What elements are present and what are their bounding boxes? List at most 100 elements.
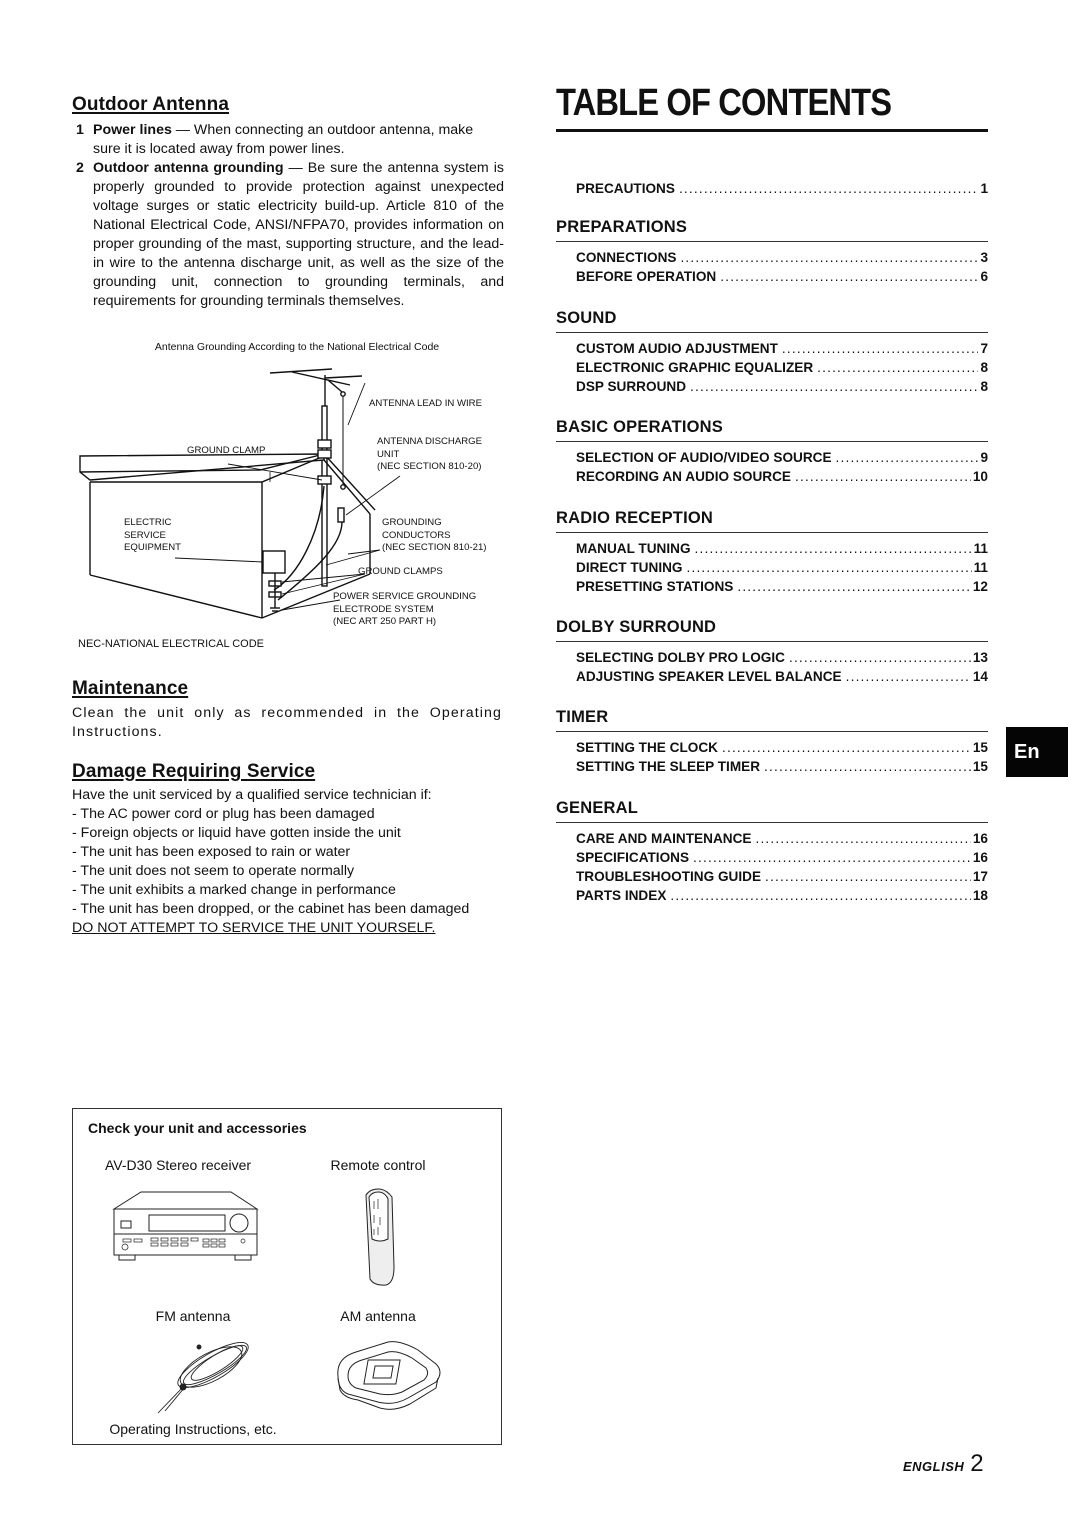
toc-entry-custom-audio-adjustment[interactable]: CUSTOM AUDIO ADJUSTMENT 7: [576, 339, 988, 358]
toc-entry-direct-tuning[interactable]: DIRECT TUNING 11: [576, 558, 988, 577]
toc-entry-label: MANUAL TUNING: [576, 541, 691, 556]
outdoor-antenna-list: 1 Power lines — When connecting an outdo…: [72, 121, 504, 311]
page-footer: ENGLISH 2: [903, 1450, 984, 1478]
toc-entry-label: SETTING THE SLEEP TIMER: [576, 759, 761, 774]
toc-leader-dots: [693, 848, 971, 867]
toc-leader-dots: [679, 179, 978, 198]
item-number: 2: [76, 160, 84, 176]
toc-leader-dots: [737, 577, 971, 596]
list-item: - The unit has been dropped, or the cabi…: [72, 901, 470, 917]
toc-section-heading-general[interactable]: GENERAL: [556, 799, 638, 818]
toc-entry-page: 15: [972, 740, 988, 755]
toc-leader-dots: [817, 358, 978, 377]
toc-entry-page: 11: [973, 541, 988, 556]
toc-entry-page: 15: [972, 759, 988, 774]
toc-leader-dots: [670, 886, 970, 905]
label-power-service-grounding: POWER SERVICE GROUNDING ELECTRODE SYSTEM…: [333, 591, 476, 629]
toc-section-heading-dolby-surround[interactable]: DOLBY SURROUND: [556, 618, 716, 637]
toc-entry-before-operation[interactable]: BEFORE OPERATION 6: [576, 267, 988, 286]
toc-section-heading-timer[interactable]: TIMER: [556, 708, 608, 727]
toc-entry-parts-index[interactable]: PARTS INDEX 18: [576, 886, 988, 905]
toc-section-rule: [556, 731, 988, 733]
label-antenna-lead-in-wire: ANTENNA LEAD IN WIRE: [369, 398, 483, 409]
toc-title: TABLE OF CONTENTS: [556, 82, 892, 124]
item-title: Power lines: [93, 122, 172, 138]
toc-section-rule: [556, 241, 988, 243]
toc-section-heading-sound[interactable]: SOUND: [556, 309, 617, 328]
toc-entry-label: CUSTOM AUDIO ADJUSTMENT: [576, 341, 778, 356]
toc-entry-adjusting-speaker-level-balance[interactable]: ADJUSTING SPEAKER LEVEL BALANCE 14: [576, 667, 988, 686]
toc-entry-page: 14: [972, 669, 988, 684]
toc-entry-label: SPECIFICATIONS: [576, 850, 690, 865]
toc-leader-dots: [782, 339, 979, 358]
label-line: ELECTRODE SYSTEM: [333, 603, 434, 615]
electric-service-box-icon: [262, 550, 286, 574]
accessory-label-fm-antenna: FM antenna: [155, 1308, 231, 1324]
toc-entry-setting-the-sleep-timer[interactable]: SETTING THE SLEEP TIMER 15: [576, 757, 988, 776]
toc-leader-dots: [690, 377, 978, 396]
list-item: 2 Outdoor antenna grounding — Be sure th…: [72, 159, 504, 311]
toc-entry-connections[interactable]: CONNECTIONS 3: [576, 248, 988, 267]
toc-leader-dots: [722, 738, 971, 757]
toc-entry-presetting-stations[interactable]: PRESETTING STATIONS 12: [576, 577, 988, 596]
toc-leader-dots: [686, 558, 971, 577]
toc-leader-dots: [720, 267, 978, 286]
nec-note: NEC-NATIONAL ELECTRICAL CODE: [78, 638, 265, 650]
label-line: (NEC ART 250 PART H): [333, 616, 437, 627]
label-line: UNIT: [377, 448, 400, 460]
label-line: ELECTRIC: [124, 517, 172, 528]
toc-section-rule: [556, 532, 988, 534]
item-number: 1: [76, 122, 84, 138]
toc-entry-selection-of-audio-video-source[interactable]: SELECTION OF AUDIO/VIDEO SOURCE 9: [576, 448, 988, 467]
outdoor-antenna-heading: Outdoor Antenna: [72, 94, 229, 115]
toc-entry-page: 13: [972, 650, 988, 665]
toc-entry-page: 16: [972, 850, 988, 865]
toc-entry-recording-an-audio-source[interactable]: RECORDING AN AUDIO SOURCE 10: [576, 467, 988, 486]
list-item: - Foreign objects or liquid have gotten …: [72, 825, 401, 841]
toc-entry-label: CONNECTIONS: [576, 250, 677, 265]
toc-entry-dsp-surround[interactable]: DSP SURROUND 8: [576, 377, 988, 396]
toc-entry-label: ADJUSTING SPEAKER LEVEL BALANCE: [576, 669, 842, 684]
item-title: Outdoor antenna grounding: [93, 160, 284, 176]
ground-clamp-icon: [317, 439, 332, 449]
footer-page-number: 2: [970, 1450, 984, 1477]
toc-entry-care-and-maintenance[interactable]: CARE AND MAINTENANCE 16: [576, 829, 988, 848]
label-ground-clamp: GROUND CLAMP: [187, 445, 266, 456]
item-text: — Be sure the antenna system is properly…: [93, 160, 504, 309]
toc-entry-specifications[interactable]: SPECIFICATIONS 16: [576, 848, 988, 867]
label-line: ANTENNA DISCHARGE: [377, 436, 483, 447]
fm-antenna-icon: [157, 1342, 249, 1414]
language-tab[interactable]: En: [1006, 727, 1068, 777]
toc-entry-label: PRECAUTIONS: [576, 181, 675, 196]
toc-entry-label: SELECTION OF AUDIO/VIDEO SOURCE: [576, 450, 832, 465]
toc-section-heading-basic-operations[interactable]: BASIC OPERATIONS: [556, 418, 723, 437]
toc-section-rule: [556, 822, 988, 824]
toc-leader-dots: [764, 757, 971, 776]
toc-entry-page: 6: [980, 269, 988, 284]
toc-section-heading-radio-reception[interactable]: RADIO RECEPTION: [556, 509, 713, 528]
toc-entry-precautions[interactable]: PRECAUTIONS 1: [576, 179, 988, 198]
damage-heading: Damage Requiring Service: [72, 761, 316, 782]
toc-entry-label: SELECTING DOLBY PRO LOGIC: [576, 650, 785, 665]
toc-section-heading-preparations[interactable]: PREPARATIONS: [556, 218, 687, 237]
toc-entry-label: SETTING THE CLOCK: [576, 740, 718, 755]
toc-entry-selecting-dolby-pro-logic[interactable]: SELECTING DOLBY PRO LOGIC 13: [576, 648, 988, 667]
damage-intro: Have the unit serviced by a qualified se…: [72, 787, 432, 803]
toc-entry-label: RECORDING AN AUDIO SOURCE: [576, 469, 791, 484]
maintenance-text: Clean the unit only as recommended in th…: [72, 705, 502, 740]
toc-leader-dots: [795, 467, 971, 486]
label-line: GROUNDING: [382, 517, 442, 528]
toc-section-rule: [556, 441, 988, 443]
toc-entry-manual-tuning[interactable]: MANUAL TUNING 11: [576, 539, 988, 558]
list-item: - The AC power cord or plug has been dam…: [72, 806, 375, 822]
toc-entry-electronic-graphic-equalizer[interactable]: ELECTRONIC GRAPHIC EQUALIZER 8: [576, 358, 988, 377]
discharge-unit-icon: [337, 507, 345, 523]
toc-entry-setting-the-clock[interactable]: SETTING THE CLOCK 15: [576, 738, 988, 757]
toc-entry-label: BEFORE OPERATION: [576, 269, 717, 284]
toc-section-rule: [556, 332, 988, 334]
toc-entry-troubleshooting-guide[interactable]: TROUBLESHOOTING GUIDE 17: [576, 867, 988, 886]
toc-entry-page: 12: [972, 579, 988, 594]
label-grounding-conductors: GROUNDING CONDUCTORS (NEC SECTION 810-21…: [382, 517, 487, 555]
toc-entry-label: DIRECT TUNING: [576, 560, 683, 575]
toc-entry-page: 1: [980, 181, 988, 196]
